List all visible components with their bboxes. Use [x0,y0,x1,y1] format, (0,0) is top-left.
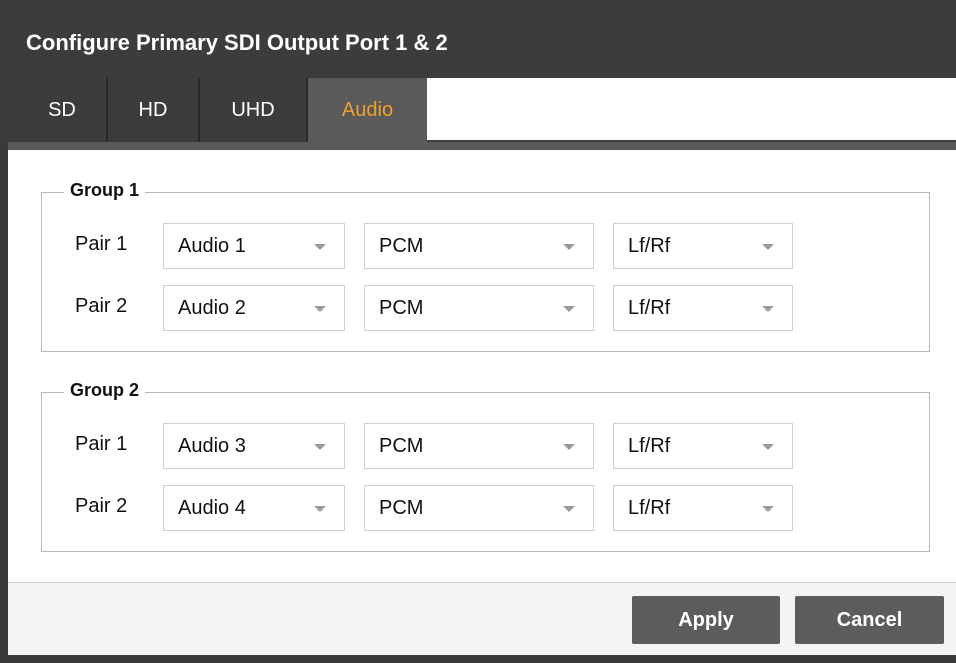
group-1-pair-1-format-select[interactable]: PCM [364,223,594,269]
group-1-pair-2-source-select[interactable]: Audio 2 [163,285,345,331]
group-2-legend: Group 2 [64,380,146,401]
group-1-pair-2-format-select[interactable]: PCM [364,285,594,331]
dialog-bottom-border [0,655,956,663]
chevron-down-icon [563,506,575,512]
cancel-button[interactable]: Cancel [795,596,944,644]
group-1-pair-1-source-select[interactable]: Audio 1 [163,223,345,269]
select-value: PCM [379,497,424,519]
select-value: Lf/Rf [628,235,671,257]
select-value: Audio 1 [178,235,246,257]
select-value: PCM [379,297,424,319]
group-2-pair-1-format-select[interactable]: PCM [364,423,594,469]
dialog-titlebar: Configure Primary SDI Output Port 1 & 2 [0,0,956,78]
group-2-fieldset: Group 2 Pair 1 Audio 3 PCM Lf/Rf Pair 2 … [41,380,930,552]
select-value: Lf/Rf [628,297,671,319]
group-1-fieldset: Group 1 Pair 1 Audio 1 PCM Lf/Rf Pair 2 … [41,180,930,352]
chevron-down-icon [762,444,774,450]
group-1-pair-2-label: Pair 2 [75,295,128,317]
group-1-pair-1-label: Pair 1 [75,233,128,255]
tab-uhd[interactable]: UHD [200,78,308,142]
select-value: Audio 4 [178,497,246,519]
select-value: PCM [379,235,424,257]
group-1-pair-1-channels-select[interactable]: Lf/Rf [613,223,793,269]
chevron-down-icon [563,244,575,250]
tab-sd[interactable]: SD [18,78,108,142]
select-value: Lf/Rf [628,435,671,457]
chevron-down-icon [563,444,575,450]
group-2-pair-1-channels-select[interactable]: Lf/Rf [613,423,793,469]
select-value: Lf/Rf [628,497,671,519]
group-2-pair-1-label: Pair 1 [75,433,128,455]
group-2-pair-2-channels-select[interactable]: Lf/Rf [613,485,793,531]
chevron-down-icon [762,306,774,312]
apply-button[interactable]: Apply [632,596,780,644]
group-1-pair-2-channels-select[interactable]: Lf/Rf [613,285,793,331]
select-value: Audio 3 [178,435,246,457]
tab-hd[interactable]: HD [108,78,200,142]
chevron-down-icon [314,506,326,512]
select-value: PCM [379,435,424,457]
tab-bar-filler [427,78,956,140]
select-value: Audio 2 [178,297,246,319]
chevron-down-icon [762,506,774,512]
chevron-down-icon [314,306,326,312]
group-2-pair-2-format-select[interactable]: PCM [364,485,594,531]
tab-audio[interactable]: Audio [308,78,427,142]
dialog-title: Configure Primary SDI Output Port 1 & 2 [26,30,448,55]
group-2-pair-1-source-select[interactable]: Audio 3 [163,423,345,469]
audio-settings-panel: Group 1 Pair 1 Audio 1 PCM Lf/Rf Pair 2 … [8,142,956,582]
chevron-down-icon [762,244,774,250]
group-1-legend: Group 1 [64,180,146,201]
chevron-down-icon [314,244,326,250]
group-2-pair-2-label: Pair 2 [75,495,128,517]
chevron-down-icon [563,306,575,312]
configure-dialog: Configure Primary SDI Output Port 1 & 2 … [0,0,956,663]
group-2-pair-2-source-select[interactable]: Audio 4 [163,485,345,531]
chevron-down-icon [314,444,326,450]
